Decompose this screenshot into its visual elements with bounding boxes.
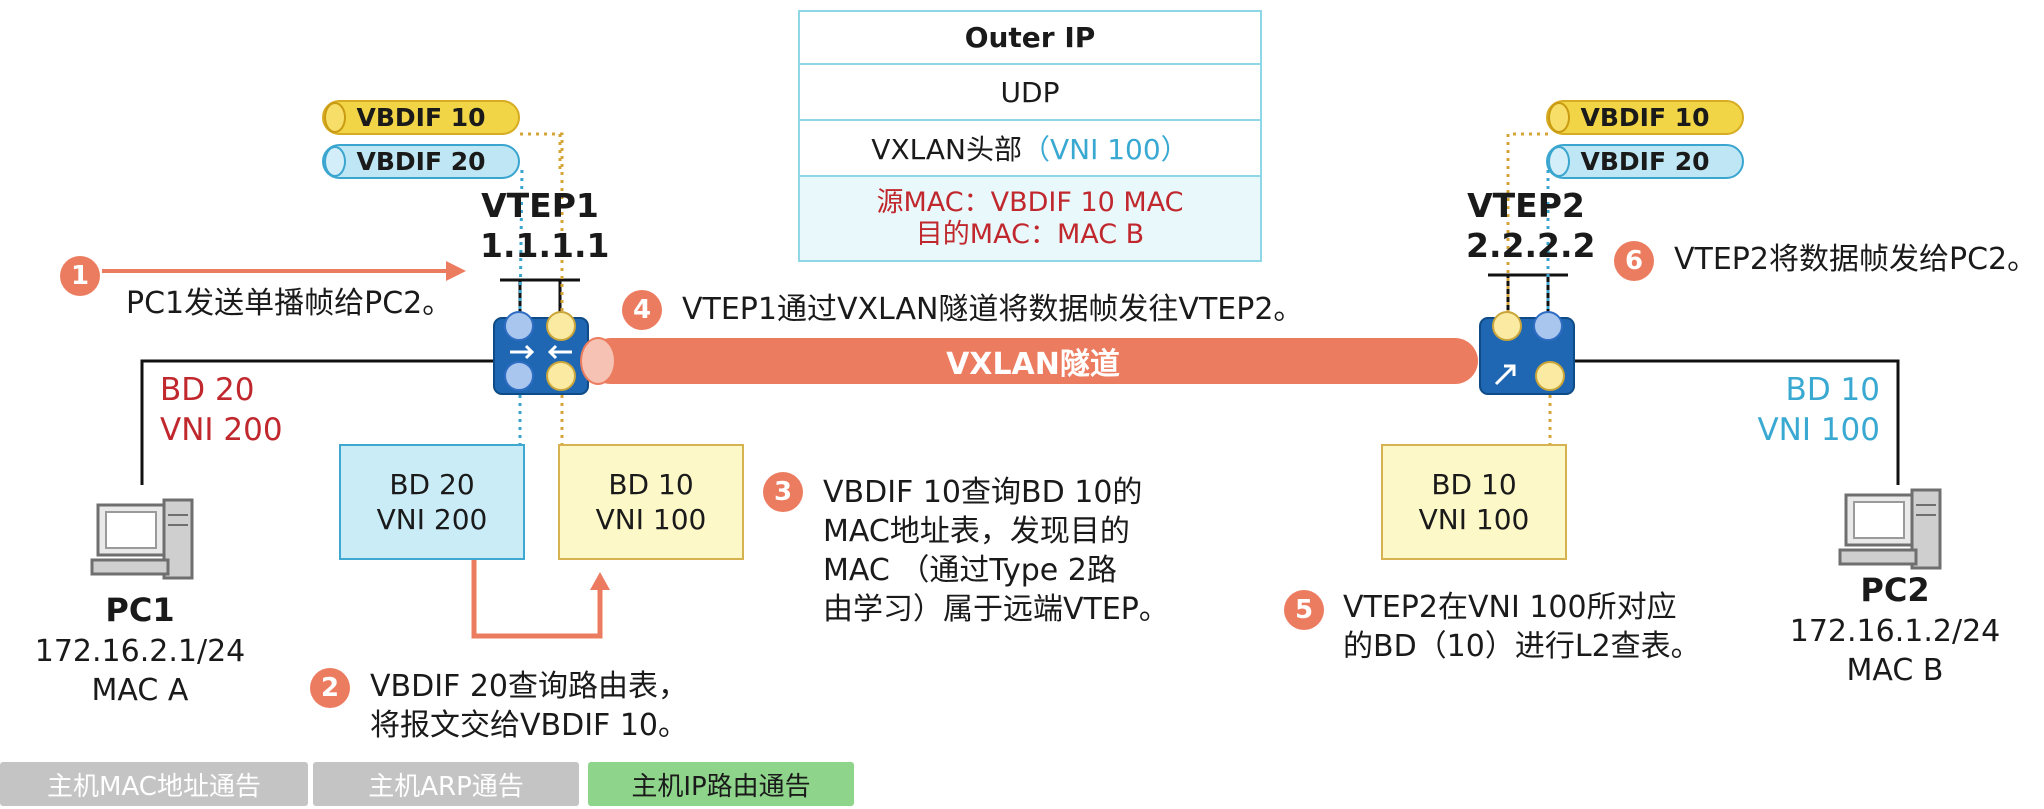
- vxlan-tunnel-end: [580, 337, 616, 385]
- tab-host-arp-advert-label: 主机ARP通告: [368, 771, 524, 802]
- header-vxlan: VXLAN头部 （VNI 100）: [798, 119, 1262, 177]
- vtep2-ip: 2.2.2.2: [1466, 225, 1596, 265]
- step3-text: VBDIF 10查询BD 10的 MAC地址表，发现目的 MAC （通过Type…: [823, 473, 1169, 629]
- vtep2-dotted-links: [1506, 132, 1552, 446]
- vtep2-antenna: [1488, 273, 1568, 313]
- step1-badge: 1: [60, 256, 100, 296]
- step4-num: 4: [632, 295, 652, 325]
- vtep1-vbdif20-cylinder: VBDIF 20: [322, 144, 520, 179]
- pc1-ip: 172.16.2.1/24: [34, 633, 246, 669]
- pc2-ip: 172.16.1.2/24: [1789, 613, 2001, 649]
- step2-arrow-head: [590, 572, 610, 590]
- vxlan-tunnel: VXLAN隧道: [588, 338, 1478, 384]
- vtep2-bd10-line2: VNI 100: [1418, 503, 1530, 536]
- pc1-computer-icon: [90, 498, 194, 580]
- tab-host-mac-advert[interactable]: 主机MAC地址通告: [0, 762, 308, 806]
- vtep2-vbdif10-cylinder: VBDIF 10: [1546, 100, 1744, 135]
- pc1-side-vni: VNI 200: [160, 412, 283, 449]
- vtep2-vbdif20-cylinder: VBDIF 20: [1546, 144, 1744, 179]
- vtep1-bd20-box: BD 20 VNI 200: [339, 444, 525, 560]
- vtep1-bd20-line2: VNI 200: [376, 503, 488, 536]
- vtep1-label: VTEP1 1.1.1.1: [480, 186, 610, 265]
- step3-line1: VBDIF 10查询BD 10的: [823, 475, 1143, 510]
- step1-num: 1: [70, 261, 90, 291]
- step5-num: 5: [1294, 595, 1314, 625]
- header-udp: UDP: [798, 63, 1262, 121]
- step5-line2: 的BD（10）进行L2查表。: [1343, 629, 1701, 664]
- vtep1-switch-icon: [493, 311, 589, 395]
- pc2-side-vni: VNI 100: [1757, 412, 1880, 449]
- step3-num: 3: [773, 477, 793, 507]
- step3-line3: MAC （通过Type 2路: [823, 553, 1117, 588]
- step1-text: PC1发送单播帧给PC2。: [126, 286, 453, 321]
- vtep1-bd10-line1: BD 10: [608, 468, 694, 501]
- header-udp-text: UDP: [1000, 75, 1060, 109]
- step1-arrow-head: [446, 261, 466, 281]
- pc2-info: PC2 172.16.1.2/24 MAC B: [1770, 570, 2020, 690]
- pc1-side-bd-label: BD 20 VNI 200: [160, 370, 283, 451]
- step5-text: VTEP2在VNI 100所对应 的BD（10）进行L2查表。: [1343, 588, 1701, 666]
- step5-badge: 5: [1284, 590, 1324, 630]
- vtep2-switch-icon: [1479, 311, 1575, 395]
- step2-text: VBDIF 20查询路由表， 将报文交给VBDIF 10。: [370, 667, 688, 745]
- step6-badge: 6: [1614, 241, 1654, 281]
- step3-line2: MAC地址表，发现目的: [823, 514, 1130, 549]
- step6-text: VTEP2将数据帧发给PC2。: [1674, 242, 2038, 277]
- pc1-side-bd: BD 20: [160, 372, 255, 408]
- step5-line1: VTEP2在VNI 100所对应: [1343, 590, 1677, 625]
- step2-line1: VBDIF 20查询路由表，: [370, 669, 689, 704]
- vtep1-antenna: [500, 278, 580, 318]
- step3-line4: 由学习）属于远端VTEP。: [823, 592, 1169, 627]
- step2-line2: 将报文交给VBDIF 10。: [370, 708, 689, 743]
- vtep2-bd10-line1: BD 10: [1431, 468, 1517, 501]
- pc2-side-bd: BD 10: [1785, 372, 1880, 408]
- pc1-mac: MAC A: [91, 672, 189, 708]
- vtep1-name: VTEP1: [481, 186, 599, 225]
- header-outer-ip-text: Outer IP: [964, 21, 1096, 54]
- step4-text: VTEP1通过VXLAN隧道将数据帧发往VTEP2。: [682, 292, 1304, 327]
- vtep1-bd10-line2: VNI 100: [595, 503, 707, 536]
- tab-host-ip-route-advert[interactable]: 主机IP路由通告: [588, 762, 854, 806]
- vtep1-bd10-box: BD 10 VNI 100: [558, 444, 744, 560]
- step2-num: 2: [320, 673, 340, 703]
- header-src-mac: 源MAC：VBDIF 10 MAC: [876, 187, 1184, 219]
- vtep1-vbdif10-label: VBDIF 10: [356, 103, 486, 132]
- step3-badge: 3: [763, 472, 803, 512]
- vtep1-vbdif10-cylinder: VBDIF 10: [322, 100, 520, 135]
- vtep1-bd20-line1: BD 20: [389, 468, 475, 501]
- vtep2-label: VTEP2 2.2.2.2: [1466, 186, 1596, 265]
- tab-host-arp-advert[interactable]: 主机ARP通告: [313, 762, 579, 806]
- header-mac: 源MAC：VBDIF 10 MAC 目的MAC：MAC B: [798, 175, 1262, 262]
- vtep2-bd10-box: BD 10 VNI 100: [1381, 444, 1567, 560]
- step4-badge: 4: [622, 290, 662, 330]
- header-vxlan-vni: （VNI 100）: [1021, 133, 1189, 166]
- pc2-computer-icon: [1838, 488, 1942, 570]
- vtep1-dotted-links: [518, 132, 564, 446]
- step2-badge: 2: [310, 668, 350, 708]
- pc2-mac: MAC B: [1846, 652, 1944, 688]
- pc2-side-bd-label: BD 10 VNI 100: [1740, 370, 1880, 451]
- step2-arrow: [471, 558, 603, 639]
- header-vxlan-text: VXLAN头部: [871, 133, 1022, 166]
- tab-host-mac-advert-label: 主机MAC地址通告: [47, 771, 261, 802]
- pc1-name: PC1: [105, 591, 175, 629]
- pc2-name: PC2: [1860, 571, 1930, 609]
- vtep2-vbdif20-label: VBDIF 20: [1580, 147, 1710, 176]
- vtep2-vbdif10-label: VBDIF 10: [1580, 103, 1710, 132]
- vtep1-vbdif20-label: VBDIF 20: [356, 147, 486, 176]
- vxlan-tunnel-label: VXLAN隧道: [946, 347, 1120, 382]
- step6-num: 6: [1624, 246, 1644, 276]
- vtep2-name: VTEP2: [1467, 186, 1585, 225]
- tab-host-ip-route-advert-label: 主机IP路由通告: [631, 771, 811, 802]
- pc1-info: PC1 172.16.2.1/24 MAC A: [20, 590, 260, 710]
- header-outer-ip: Outer IP: [798, 10, 1262, 65]
- vtep1-ip: 1.1.1.1: [480, 225, 610, 265]
- header-dst-mac: 目的MAC：MAC B: [915, 218, 1145, 250]
